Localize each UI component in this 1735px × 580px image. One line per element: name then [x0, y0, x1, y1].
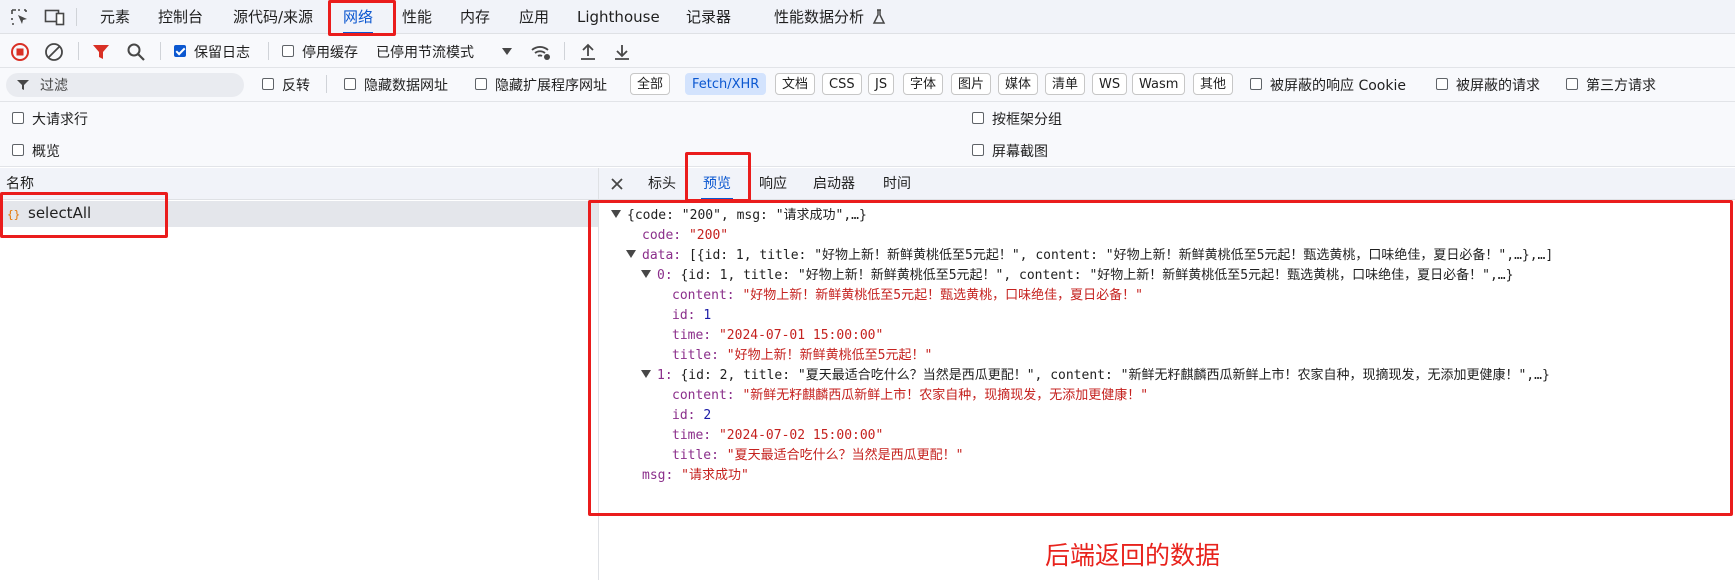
tab-application[interactable]: 应用: [519, 0, 549, 34]
highlight-response-data: [588, 200, 1733, 516]
blocked-requests-checkbox[interactable]: [1436, 78, 1448, 90]
tab-performance[interactable]: 性能: [402, 0, 432, 34]
filter-input[interactable]: 过滤: [6, 73, 244, 97]
devtools-tab-bar: 元素 控制台 源代码/来源 网络 性能 内存 应用 Lighthouse 记录器…: [0, 0, 1735, 34]
throttling-select[interactable]: 已停用节流模式: [376, 42, 474, 62]
hide-extension-urls-label: 隐藏扩展程序网址: [495, 78, 607, 94]
filter-small-icon: [16, 78, 30, 92]
stop-recording-icon[interactable]: [10, 42, 30, 62]
filter-placeholder: 过滤: [40, 78, 68, 94]
hide-data-urls-label: 隐藏数据网址: [364, 78, 448, 94]
invert-label: 反转: [282, 78, 310, 94]
blocked-requests-label: 被屏蔽的请求: [1456, 78, 1540, 94]
third-party-checkbox[interactable]: [1566, 78, 1578, 90]
options-row-1: [0, 102, 1735, 134]
network-conditions-icon[interactable]: [530, 42, 552, 62]
tab-console[interactable]: 控制台: [158, 0, 203, 34]
screenshots-label: 屏幕截图: [992, 144, 1048, 160]
type-filter-img[interactable]: 图片: [951, 73, 992, 95]
disable-cache-label: 停用缓存: [302, 45, 358, 61]
type-filter-ws[interactable]: WS: [1092, 73, 1128, 95]
type-filter-wasm[interactable]: Wasm: [1132, 73, 1186, 95]
blocked-cookies-label: 被屏蔽的响应 Cookie: [1270, 78, 1406, 94]
preserve-log-label: 保留日志: [194, 45, 250, 61]
caret-down-icon[interactable]: [502, 48, 512, 56]
type-filter-doc[interactable]: 文档: [775, 73, 816, 95]
tab-lighthouse[interactable]: Lighthouse: [577, 0, 660, 34]
big-request-rows-label: 大请求行: [32, 112, 88, 128]
invert-checkbox[interactable]: [262, 78, 274, 90]
tab-sources[interactable]: 源代码/来源: [233, 0, 313, 34]
type-filter-media[interactable]: 媒体: [998, 73, 1039, 95]
tab-headers[interactable]: 标头: [648, 168, 676, 200]
options-row-2: [0, 134, 1735, 167]
search-icon[interactable]: [126, 42, 146, 62]
hide-data-urls-checkbox[interactable]: [344, 78, 356, 90]
preserve-log-checkbox[interactable]: [174, 45, 186, 57]
highlight-request: [0, 192, 168, 238]
tab-response[interactable]: 响应: [759, 168, 787, 200]
tab-memory[interactable]: 内存: [460, 0, 490, 34]
highlight-preview-tab: [685, 152, 751, 202]
blocked-cookies-checkbox[interactable]: [1250, 78, 1262, 90]
type-filter-fetch-xhr[interactable]: Fetch/XHR: [685, 73, 767, 95]
tab-performance-insights[interactable]: 性能数据分析: [774, 0, 864, 34]
type-filter-css[interactable]: CSS: [822, 73, 862, 95]
group-by-frame-checkbox[interactable]: [972, 112, 984, 124]
clear-icon[interactable]: [44, 42, 64, 62]
overview-label: 概览: [32, 144, 60, 160]
type-filter-font[interactable]: 字体: [903, 73, 944, 95]
screenshots-checkbox[interactable]: [972, 144, 984, 156]
flask-icon: [872, 9, 886, 25]
close-icon[interactable]: [610, 177, 624, 191]
big-request-rows-checkbox[interactable]: [12, 112, 24, 124]
type-filter-js[interactable]: JS: [868, 73, 895, 95]
type-filter-manifest[interactable]: 清单: [1045, 73, 1086, 95]
detail-tab-bar: 标头 预览 响应 启动器 时间: [599, 168, 1735, 200]
tab-timing[interactable]: 时间: [883, 168, 911, 200]
type-filter-all[interactable]: 全部: [630, 73, 671, 95]
hide-extension-urls-checkbox[interactable]: [475, 78, 487, 90]
third-party-label: 第三方请求: [1586, 78, 1656, 94]
group-by-frame-label: 按框架分组: [992, 112, 1062, 128]
inspect-element-icon[interactable]: [10, 8, 30, 26]
tab-initiator[interactable]: 启动器: [813, 168, 855, 200]
device-toolbar-icon[interactable]: [44, 8, 66, 26]
overview-checkbox[interactable]: [12, 144, 24, 156]
tab-recorder[interactable]: 记录器: [686, 0, 731, 34]
highlight-network-tab: [328, 0, 396, 36]
network-toolbar: 保留日志 停用缓存 已停用节流模式: [0, 34, 1735, 68]
tab-elements[interactable]: 元素: [100, 0, 130, 34]
type-filter-other[interactable]: 其他: [1193, 73, 1234, 95]
disable-cache-checkbox[interactable]: [282, 45, 294, 57]
annotation-label: 后端返回的数据: [1045, 541, 1221, 570]
import-har-icon[interactable]: [578, 42, 598, 62]
export-har-icon[interactable]: [612, 42, 632, 62]
filter-funnel-icon[interactable]: [92, 43, 110, 61]
